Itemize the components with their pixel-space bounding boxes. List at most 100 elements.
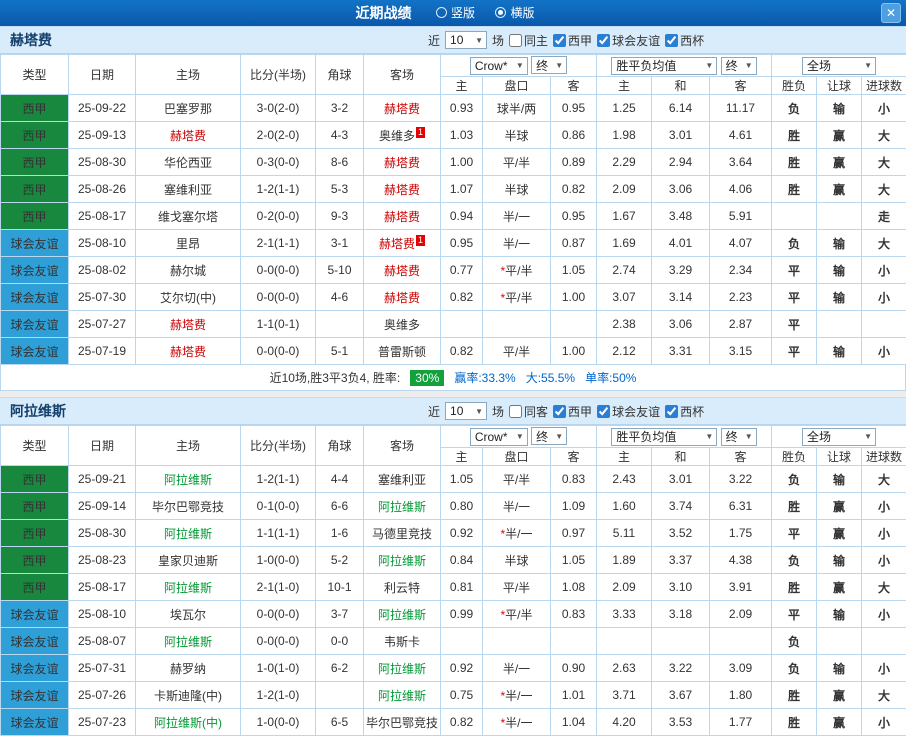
goals-result-cell: 走 [861,202,906,230]
red-card-badge: 1 [416,234,426,246]
goals-result-cell: 大 [861,573,906,601]
goals-result-cell [861,627,906,655]
friendly-checkbox[interactable] [597,33,611,47]
filter-league[interactable]: 西甲 [553,32,592,49]
odds-stage-select[interactable]: 终 ▼ [531,56,568,75]
bookmaker-select[interactable]: Crow* ▼ [469,427,528,446]
goals-result-cell: 大 [861,175,906,203]
wdl-result-cell: 负 [771,654,817,682]
avg-away-cell: 1.75 [709,519,772,547]
match-row: 球会友谊 25-07-27 赫塔费 1-1(0-1) 奥维多 2.38 3.06 2.87 平 [0,310,906,338]
handicap-result-cell: 赢 [816,573,862,601]
avg-away-cell: 11.17 [709,94,772,122]
league-checkbox[interactable] [553,404,567,418]
wdl-result-cell: 平 [771,256,817,284]
team-name: 阿拉维斯 [377,607,426,622]
bookmaker-select[interactable]: Crow* ▼ [469,56,528,75]
match-date-cell: 25-08-10 [68,229,136,257]
filter-friendly[interactable]: 球会友谊 [597,32,660,49]
filter-cup[interactable]: 西杯 [665,403,704,420]
match-row: 球会友谊 25-08-10 里昂 2-1(1-1) 3-1 赫塔费 1 0.95 半/一 0.87… [0,229,906,257]
wdl-result-cell: 平 [771,310,817,338]
avg-away-cell: 1.80 [709,681,772,709]
layout-horizontal-radio[interactable]: 横版 [495,4,534,21]
filter-league[interactable]: 西甲 [553,403,592,420]
select-value: Crow* [474,429,508,444]
chevron-down-icon: ▼ [864,61,872,70]
avg-draw-cell: 6.14 [651,94,710,122]
corners-cell: 3-7 [315,600,364,628]
avg-away-cell: 4.06 [709,175,772,203]
team-section-header: 阿拉维斯 近 10 ▼ 场 同客 西甲 球会友谊 西杯 [0,397,906,425]
match-date-cell: 25-07-27 [68,310,136,338]
league-checkbox[interactable] [553,33,567,47]
goals-result-cell: 小 [861,708,906,736]
radio-label: 竖版 [450,6,475,20]
team-name: 阿拉维斯 [163,526,212,541]
odds-stage-select[interactable]: 终 ▼ [720,56,757,75]
match-date-cell: 25-07-26 [68,681,136,709]
match-row: 西甲 25-09-13 赫塔费 2-0(2-0) 4-3 奥维多 1 1.03 半球 0.86 1.… [0,121,906,149]
radio-icon [495,7,507,18]
team-name: 赫尔城 [169,263,206,278]
full-match-select[interactable]: 全场 ▼ [802,56,876,75]
odds-stage-select[interactable]: 终 ▼ [531,427,568,446]
filter-same-home[interactable]: 同主 [509,32,548,49]
corners-cell: 6-2 [315,654,364,682]
handicap-result-cell: 赢 [816,148,862,176]
friendly-checkbox[interactable] [597,404,611,418]
avg-draw-cell: 3.01 [651,465,710,493]
handicap-line-cell: 平/半 [482,465,551,493]
avg-odds-select[interactable]: 胜平负均值 ▼ [611,427,718,446]
cup-checkbox[interactable] [665,33,679,47]
handicap-line-cell: 平/半 [482,573,551,601]
avg-away-cell: 2.87 [709,310,772,338]
avg-home-cell: 1.69 [596,229,652,257]
filter-same-away[interactable]: 同客 [509,403,548,420]
crown-away-odds-cell: 1.05 [550,256,597,284]
avg-away-cell: 1.77 [709,708,772,736]
match-count-select[interactable]: 10 ▼ [445,402,488,420]
cup-checkbox[interactable] [665,404,679,418]
score-cell: 1-0(0-0) [240,546,316,574]
handicap-result-cell: 输 [816,256,862,284]
avg-home-cell [596,627,652,655]
result-group: 全场 ▼ [771,54,906,77]
match-row: 西甲 25-08-17 阿拉维斯 2-1(1-0) 10-1 利云特 0.81 平/半 1.08… [0,573,906,601]
score-cell: 0-0(0-0) [240,600,316,628]
away-gives-star: * [500,290,506,305]
match-count-select[interactable]: 10 ▼ [445,31,488,49]
avg-away-cell: 3.91 [709,573,772,601]
avg-draw-cell: 3.10 [651,573,710,601]
avg-odds-select[interactable]: 胜平负均值 ▼ [611,56,718,75]
corners-cell: 3-1 [315,229,364,257]
away-gives-star: * [500,715,506,730]
team-name: 赫塔费 [378,236,415,251]
filter-cup[interactable]: 西杯 [665,32,704,49]
home-team-cell: 阿拉维斯 [135,627,241,655]
odds-stage-select[interactable]: 终 ▼ [720,427,757,446]
same-away-checkbox[interactable] [509,404,523,418]
crown-home-odds-cell: 0.95 [440,229,483,257]
score-cell: 2-1(1-0) [240,573,316,601]
league-type-cell: 球会友谊 [0,627,69,655]
team-name: 韦斯卡 [383,634,420,649]
close-button[interactable]: ✕ [881,3,901,23]
full-match-select[interactable]: 全场 ▼ [802,427,876,446]
layout-vertical-radio[interactable]: 竖版 [435,4,475,21]
filter-friendly[interactable]: 球会友谊 [597,403,660,420]
same-home-checkbox[interactable] [509,33,523,47]
col-avg-home: 主 [596,447,652,466]
handicap-result-cell: 赢 [816,175,862,203]
match-date-cell: 25-07-23 [68,708,136,736]
select-value: 终 [536,429,549,444]
team-section-header: 赫塔费 近 10 ▼ 场 同主 西甲 球会友谊 西杯 [0,26,906,54]
goals-result-cell: 大 [861,465,906,493]
team-name: 塞维利亚 [377,472,426,487]
col-res-wdl: 胜负 [771,76,817,95]
col-res-handicap: 让球 [816,76,862,95]
home-team-cell: 艾尔切(中) [135,283,241,311]
handicap-line-cell: *平/半 [482,256,551,284]
crown-away-odds-cell: 1.01 [550,681,597,709]
wdl-result-cell: 胜 [771,681,817,709]
